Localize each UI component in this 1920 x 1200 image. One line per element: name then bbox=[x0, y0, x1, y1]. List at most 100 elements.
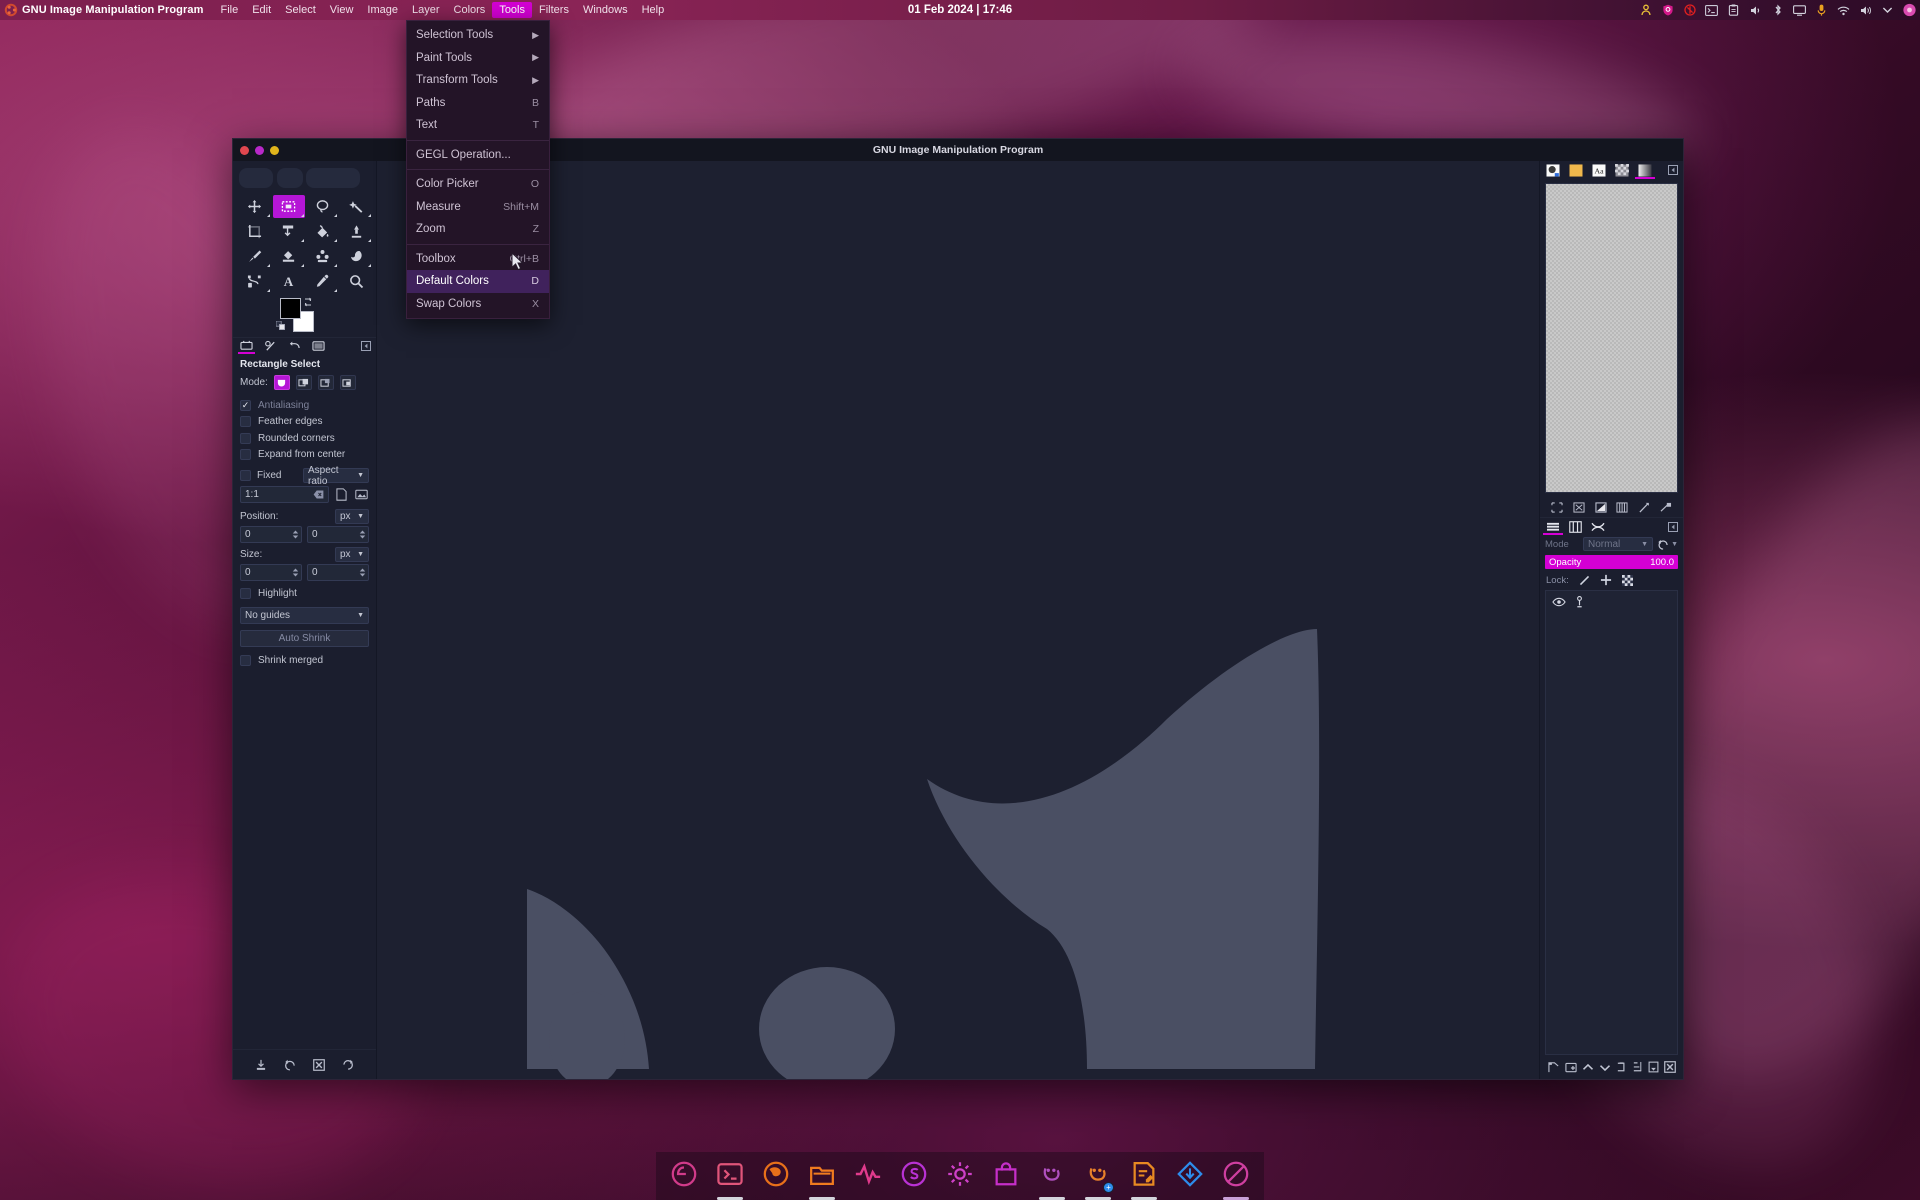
move-tool[interactable] bbox=[239, 195, 271, 218]
menu-filters[interactable]: Filters bbox=[532, 2, 576, 18]
expand-from-center-checkbox[interactable] bbox=[240, 449, 251, 461]
shield-icon[interactable] bbox=[1661, 4, 1674, 17]
microphone-icon[interactable] bbox=[1815, 4, 1828, 17]
crop-tool[interactable] bbox=[239, 220, 271, 243]
fonts-tab[interactable]: Aa bbox=[1592, 162, 1606, 179]
paths-tool[interactable] bbox=[239, 270, 271, 293]
rounded-corners-row[interactable]: Rounded corners bbox=[240, 430, 369, 447]
merge-layer-icon[interactable] bbox=[1648, 1061, 1659, 1073]
bucket-fill-tool[interactable] bbox=[307, 220, 339, 243]
duplicate-layer-icon[interactable] bbox=[1616, 1061, 1627, 1073]
menu-item-selection-tools[interactable]: Selection Tools ▶ bbox=[407, 24, 549, 47]
new-group-icon[interactable] bbox=[1564, 1061, 1577, 1073]
position-x-stepper[interactable] bbox=[290, 527, 301, 542]
clear-icon[interactable] bbox=[313, 490, 324, 499]
dock-item-app-grid[interactable] bbox=[1218, 1156, 1254, 1200]
lock-pixels-icon[interactable] bbox=[1579, 575, 1590, 586]
menu-item-paint-tools[interactable]: Paint Tools ▶ bbox=[407, 47, 549, 70]
highlight-checkbox[interactable] bbox=[240, 587, 251, 599]
table-row[interactable] bbox=[1546, 591, 1677, 612]
feather-edges-checkbox[interactable] bbox=[240, 416, 251, 428]
dock-item-drive[interactable] bbox=[1172, 1156, 1208, 1200]
intersect-mode-button[interactable] bbox=[339, 375, 356, 390]
menu-file[interactable]: File bbox=[213, 2, 245, 18]
clipboard-icon[interactable] bbox=[1727, 4, 1740, 17]
antialiasing-checkbox[interactable] bbox=[240, 399, 251, 411]
size-width-input[interactable]: 0 bbox=[240, 564, 302, 581]
wifi-icon[interactable] bbox=[1837, 4, 1850, 17]
delete-layer-icon[interactable] bbox=[1663, 1061, 1676, 1073]
opacity-slider[interactable]: Opacity 100.0 bbox=[1545, 555, 1678, 569]
replace-mode-button[interactable] bbox=[273, 375, 290, 390]
aspect-ratio-input[interactable]: 1:1 bbox=[240, 486, 329, 503]
expand-from-center-row[interactable]: Expand from center bbox=[240, 447, 369, 464]
user-account-icon[interactable] bbox=[1639, 4, 1652, 17]
bluetooth-icon[interactable] bbox=[1771, 4, 1784, 17]
lock-position-icon[interactable] bbox=[1600, 574, 1612, 586]
close-button[interactable] bbox=[240, 145, 249, 155]
position-y-input[interactable]: 0 bbox=[307, 526, 369, 543]
paths-tab[interactable] bbox=[1591, 518, 1605, 535]
shrink-merged-checkbox[interactable] bbox=[240, 655, 251, 667]
reset-colors-icon[interactable] bbox=[276, 321, 285, 330]
dock-item-files[interactable] bbox=[804, 1156, 840, 1200]
duplicate-gradient-icon[interactable] bbox=[1594, 501, 1607, 513]
avatar[interactable] bbox=[1903, 3, 1916, 17]
layer-mode-switch[interactable]: ▼ bbox=[1657, 539, 1678, 550]
size-width-stepper[interactable] bbox=[290, 565, 301, 580]
edit-gradient-icon[interactable] bbox=[1551, 501, 1563, 513]
menu-item-toolbox[interactable]: Toolbox Ctrl+B bbox=[407, 248, 549, 271]
transform-tool[interactable] bbox=[273, 220, 305, 243]
brightness-icon[interactable] bbox=[1683, 4, 1696, 17]
paintbrush-tool[interactable] bbox=[239, 245, 271, 268]
minimize-button[interactable] bbox=[255, 145, 264, 155]
dock-item-terminal[interactable] bbox=[712, 1156, 748, 1200]
auto-shrink-button[interactable]: Auto Shrink bbox=[240, 629, 369, 647]
gradient-preview-grid[interactable] bbox=[1545, 183, 1678, 493]
clone-stamp-tool[interactable] bbox=[307, 245, 339, 268]
dock-item-settings[interactable] bbox=[942, 1156, 978, 1200]
layers-tab[interactable] bbox=[1543, 518, 1563, 535]
dock-item-gimp-active[interactable]: + bbox=[1080, 1156, 1116, 1200]
position-unit-select[interactable]: px ▼ bbox=[335, 509, 369, 524]
menu-tools[interactable]: Tools bbox=[492, 2, 532, 18]
new-gradient-icon[interactable] bbox=[1573, 501, 1585, 513]
textures-tab[interactable] bbox=[1615, 162, 1629, 179]
tools-dropdown-menu[interactable]: Selection Tools ▶ Paint Tools ▶ Transfor… bbox=[406, 20, 550, 319]
dock-item-audio-editor[interactable] bbox=[850, 1156, 886, 1200]
portrait-icon[interactable] bbox=[333, 486, 349, 503]
antialiasing-row[interactable]: Antialiasing bbox=[240, 397, 369, 414]
menu-image[interactable]: Image bbox=[360, 2, 405, 18]
eraser-tool[interactable] bbox=[273, 245, 305, 268]
reset-options-icon[interactable] bbox=[342, 1059, 354, 1071]
menu-colors[interactable]: Colors bbox=[447, 2, 493, 18]
feather-edges-row[interactable]: Feather edges bbox=[240, 414, 369, 431]
subtract-mode-button[interactable] bbox=[317, 375, 334, 390]
rectangle-select-tool[interactable] bbox=[272, 195, 305, 218]
free-select-tool[interactable] bbox=[307, 195, 339, 218]
chevron-down-icon[interactable] bbox=[1881, 4, 1894, 17]
eye-icon[interactable] bbox=[1552, 597, 1566, 607]
menu-item-color-picker[interactable]: Color Picker O bbox=[407, 173, 549, 196]
chain-icon[interactable] bbox=[1575, 595, 1584, 608]
anchor-layer-icon[interactable] bbox=[1632, 1061, 1643, 1073]
image-canvas[interactable] bbox=[377, 161, 1539, 1079]
menu-item-default-colors[interactable]: Default Colors D bbox=[407, 270, 549, 293]
speaker-icon[interactable] bbox=[1859, 4, 1872, 17]
foreground-color-swatch[interactable] bbox=[280, 298, 301, 319]
text-tool[interactable]: A bbox=[273, 270, 305, 293]
system-clock[interactable]: 01 Feb 2024 | 17:46 bbox=[908, 4, 1012, 16]
layer-list[interactable] bbox=[1545, 590, 1678, 1055]
device-status-tab[interactable] bbox=[264, 338, 277, 354]
menu-item-gegl-operation[interactable]: GEGL Operation... bbox=[407, 144, 549, 167]
lower-layer-icon[interactable] bbox=[1599, 1062, 1611, 1073]
fuzzy-select-tool[interactable] bbox=[340, 195, 372, 218]
menu-item-zoom[interactable]: Zoom Z bbox=[407, 218, 549, 241]
dock-menu-icon[interactable] bbox=[361, 341, 371, 351]
channels-tab[interactable] bbox=[1569, 518, 1582, 535]
delete-gradient-icon[interactable] bbox=[1638, 502, 1650, 513]
rounded-corners-checkbox[interactable] bbox=[240, 432, 251, 444]
size-unit-select[interactable]: px ▼ bbox=[335, 547, 369, 562]
dock-item-skype[interactable] bbox=[896, 1156, 932, 1200]
color-picker-tool[interactable] bbox=[307, 270, 339, 293]
